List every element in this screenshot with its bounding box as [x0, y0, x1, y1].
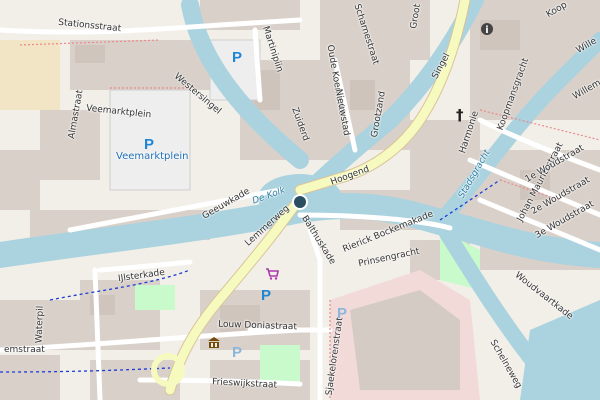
- location-pin-icon[interactable]: [291, 193, 309, 211]
- parking-icon[interactable]: P: [144, 137, 154, 152]
- park-small: [135, 285, 175, 310]
- parking-icon[interactable]: P: [232, 345, 242, 360]
- information-icon[interactable]: i: [480, 22, 494, 36]
- map-canvas[interactable]: Stationsstraat Westersingel Martinipiin …: [0, 0, 600, 400]
- parking-icon[interactable]: P: [337, 306, 347, 321]
- label-waterpil[interactable]: Waterpil: [35, 306, 46, 344]
- parking-icon[interactable]: P: [261, 288, 271, 303]
- shopping-cart-icon[interactable]: [265, 268, 279, 280]
- park-south: [260, 345, 300, 385]
- institution-area: [0, 40, 60, 110]
- museum-icon[interactable]: [207, 336, 221, 350]
- svg-text:i: i: [485, 25, 488, 36]
- label-emstraat[interactable]: emstraat: [4, 346, 45, 355]
- parking-icon[interactable]: P: [232, 50, 242, 65]
- label-veemarktplein-poi[interactable]: Veemarktplein: [116, 152, 188, 162]
- church-icon[interactable]: †: [456, 108, 464, 123]
